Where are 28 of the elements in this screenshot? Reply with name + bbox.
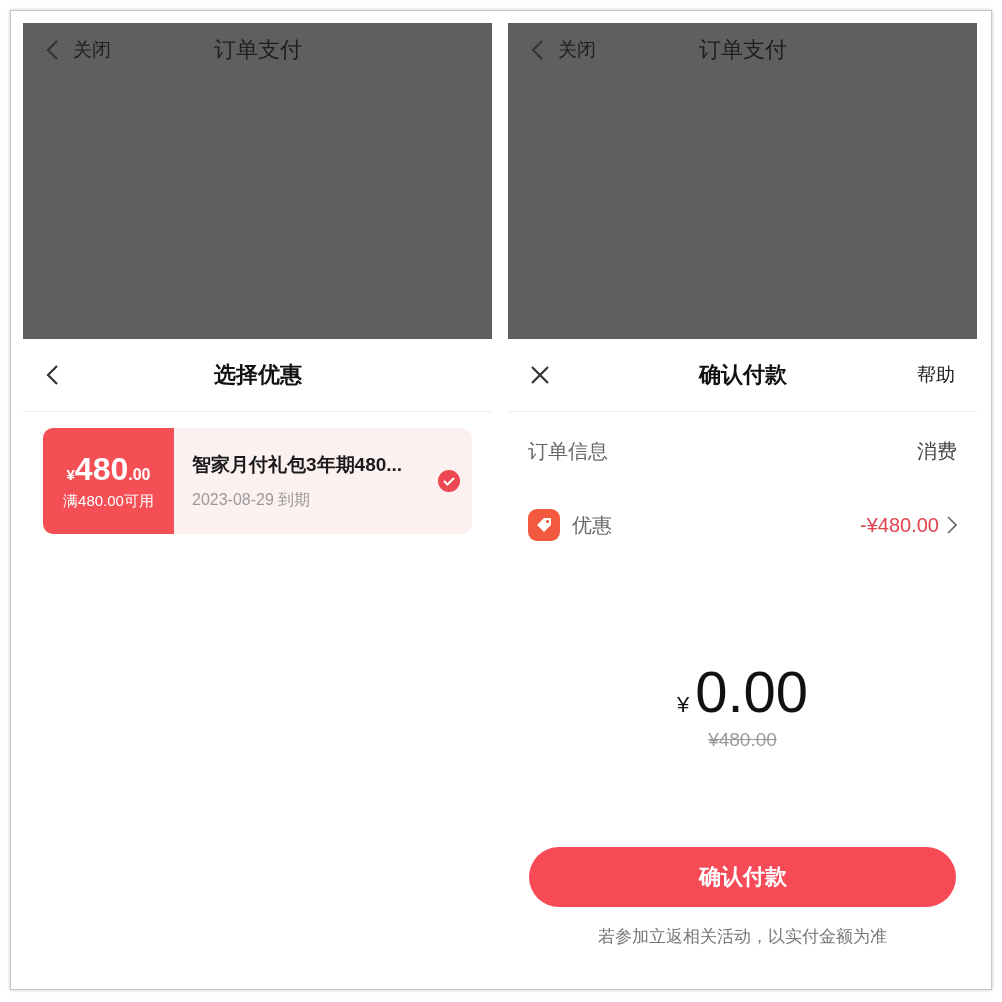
tag-icon [528, 509, 560, 541]
close-icon[interactable] [530, 365, 550, 385]
confirm-button[interactable]: 确认付款 [529, 847, 956, 907]
back-icon[interactable] [45, 364, 59, 386]
sheet-title: 确认付款 [698, 362, 787, 387]
chevron-icon[interactable] [947, 516, 957, 534]
discount-amount[interactable]: -¥480.00 [860, 513, 939, 537]
coupon-card[interactable]: ¥480.00 满480.00可用 智家月付礼包3年期480... 2023-08-29 到期 [43, 428, 472, 534]
coupon-condition: 满480.00可用 [63, 492, 154, 511]
currency-sign: ¥ [676, 692, 690, 718]
payment-note: 若参加立返相关活动，以实付金额为准 [597, 926, 888, 948]
row-value: 消费 [917, 438, 957, 464]
check-icon[interactable] [438, 470, 460, 492]
row-label: 订单信息 [528, 438, 608, 464]
page-title: 订单支付 [698, 37, 787, 62]
close-link[interactable]: 关闭 [73, 37, 111, 63]
coupon-cents: .00 [128, 466, 151, 484]
original-price: ¥480.00 [708, 729, 777, 751]
row-label: 优惠 [572, 512, 612, 538]
close-link[interactable]: 关闭 [558, 37, 596, 63]
coupon-expiry: 2023-08-29 到期 [192, 489, 312, 510]
currency-sign: ¥ [66, 466, 75, 483]
page-title: 订单支付 [213, 37, 302, 62]
sheet-title: 选择优惠 [213, 362, 302, 387]
help-link[interactable]: 帮助 [917, 362, 955, 388]
coupon-amount: 480 [74, 451, 129, 488]
coupon-name: 智家月付礼包3年期480... [192, 452, 404, 477]
total-amount: 0.00 [695, 658, 809, 725]
